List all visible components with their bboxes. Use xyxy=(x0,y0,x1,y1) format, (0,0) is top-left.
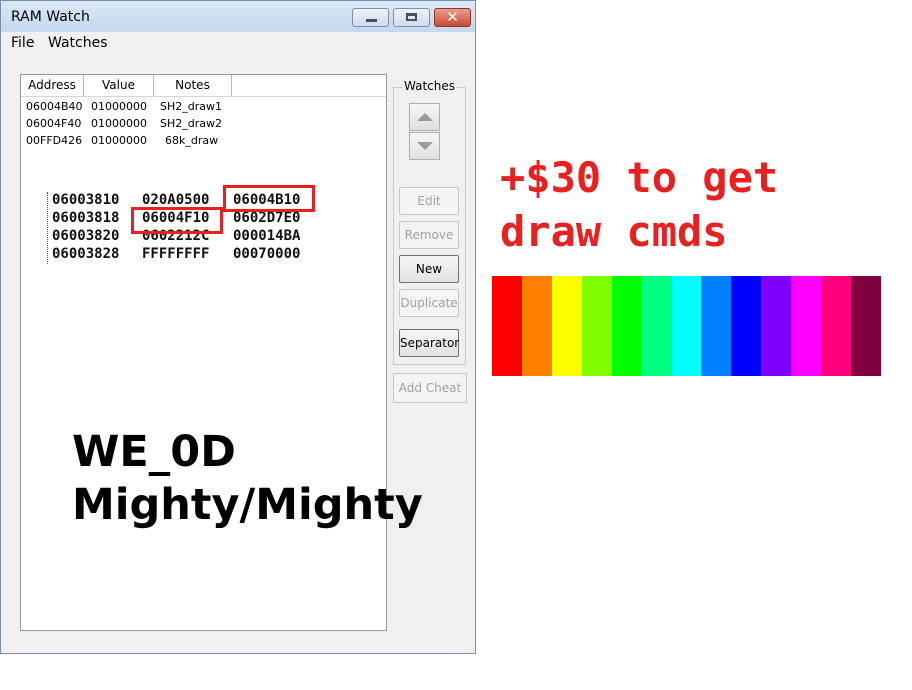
dump-word: 000014BA xyxy=(233,228,301,244)
row-address: 00FFD426 xyxy=(26,134,83,147)
watch-list[interactable]: Address Value Notes 06004B40 01000000 SH… xyxy=(20,74,423,631)
row-notes: SH2_draw2 xyxy=(160,117,222,130)
color-swatch xyxy=(671,276,702,376)
row-address: 06004B40 xyxy=(26,100,83,113)
dump-word: FFFFFFFF xyxy=(142,246,210,262)
dump-address: 06003810 xyxy=(52,192,120,208)
overlay-title-line1: WE_0D xyxy=(72,427,236,477)
annotation-line2: draw cmds xyxy=(500,207,728,256)
dump-word: 020A0500 xyxy=(142,192,210,208)
row-notes: 68k_draw xyxy=(165,134,219,147)
window-title: RAM Watch xyxy=(11,9,90,25)
remove-button[interactable]: Remove xyxy=(399,221,459,249)
color-swatch xyxy=(551,276,582,376)
highlight-box xyxy=(223,185,315,212)
maximize-button[interactable] xyxy=(393,8,430,27)
color-swatch xyxy=(761,276,792,376)
add-cheat-button[interactable]: Add Cheat xyxy=(393,373,467,403)
dump-address: 06003818 xyxy=(52,210,120,226)
memory-dump: 06003810 020A0500 06004B10 06003818 0600… xyxy=(47,192,300,264)
arrow-down-icon xyxy=(417,142,433,150)
close-button[interactable]: ✕ xyxy=(434,8,471,27)
menu-bar: File Watches xyxy=(1,32,475,54)
edit-button[interactable]: Edit xyxy=(399,187,459,215)
menu-file[interactable]: File xyxy=(11,35,34,51)
ram-watch-window: RAM Watch ✕ File Watches Address Value N… xyxy=(0,0,476,654)
minimize-button[interactable] xyxy=(352,8,389,27)
annotation-line1: +$30 to get xyxy=(500,153,779,202)
row-notes: SH2_draw1 xyxy=(160,100,222,113)
highlight-box xyxy=(131,207,223,234)
new-button[interactable]: New xyxy=(399,255,459,283)
row-value: 01000000 xyxy=(91,134,147,147)
column-value[interactable]: Value xyxy=(84,75,154,96)
column-address[interactable]: Address xyxy=(21,75,84,96)
close-icon: ✕ xyxy=(446,8,459,26)
color-swatch xyxy=(641,276,672,376)
duplicate-button[interactable]: Duplicate xyxy=(399,289,459,317)
color-swatch xyxy=(791,276,822,376)
maximize-icon xyxy=(406,13,417,21)
color-swatch xyxy=(581,276,612,376)
dump-address: 06003828 xyxy=(52,246,120,262)
menu-watches[interactable]: Watches xyxy=(48,35,108,51)
minimize-icon xyxy=(366,19,377,22)
move-down-button[interactable] xyxy=(409,132,440,160)
color-swatch xyxy=(611,276,642,376)
dump-address: 06003820 xyxy=(52,228,120,244)
color-swatch xyxy=(701,276,732,376)
title-bar[interactable]: RAM Watch ✕ xyxy=(1,1,475,33)
watches-group-label: Watches xyxy=(402,79,457,93)
color-swatch xyxy=(821,276,852,376)
color-swatch xyxy=(851,276,881,376)
move-up-button[interactable] xyxy=(409,103,440,131)
row-value: 01000000 xyxy=(91,100,147,113)
dump-word: 0602D7E0 xyxy=(233,210,301,226)
color-swatch xyxy=(492,276,522,376)
row-address: 06004F40 xyxy=(26,117,82,130)
overlay-title-line2: Mighty/Mighty xyxy=(72,480,423,530)
dump-word: 00070000 xyxy=(233,246,301,262)
separator-button[interactable]: Separator xyxy=(399,329,459,357)
arrow-up-icon xyxy=(417,113,433,121)
color-swatch xyxy=(521,276,552,376)
column-notes[interactable]: Notes xyxy=(154,75,232,96)
color-swatch xyxy=(731,276,762,376)
color-palette xyxy=(492,276,881,376)
row-value: 01000000 xyxy=(91,117,147,130)
list-header: Address Value Notes xyxy=(21,75,386,97)
